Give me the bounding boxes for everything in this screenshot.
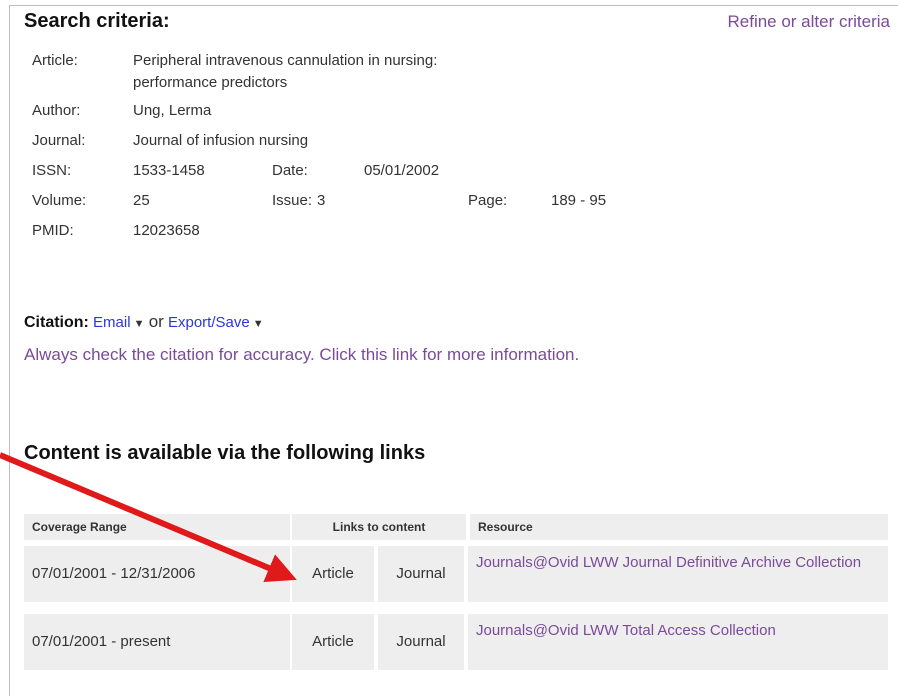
email-link[interactable]: Email	[93, 314, 131, 331]
author-label: Author:	[32, 102, 81, 119]
volume-label: Volume:	[32, 192, 87, 209]
article-title-line-1: Peripheral intravenous cannulation in nu…	[133, 52, 438, 69]
pmid-value: 12023658	[133, 222, 200, 239]
journal-link[interactable]: Journal	[378, 546, 464, 602]
article-link[interactable]: Article	[292, 614, 374, 670]
export-save-link[interactable]: Export/Save	[168, 314, 250, 331]
table-row: 07/01/2001 - present Article Journal Jou…	[24, 614, 888, 670]
article-title-line-2: performance predictors	[133, 74, 288, 91]
journal-link[interactable]: Journal	[378, 614, 464, 670]
pmid-label: PMID:	[32, 222, 74, 239]
issue-value: 3	[317, 192, 326, 209]
issn-value: 1533-1458	[133, 162, 205, 179]
journal-value: Journal of infusion nursing	[133, 132, 309, 149]
resource-link[interactable]: Journals@Ovid LWW Journal Definitive Arc…	[476, 552, 871, 573]
coverage-header: Coverage Range	[24, 514, 290, 540]
issn-label: ISSN:	[32, 162, 72, 179]
citation-row: Citation: Email ▼ or Export/Save ▼	[24, 312, 264, 332]
date-value: 05/01/2002	[364, 162, 440, 179]
volume-value: 25	[133, 192, 150, 209]
citation-accuracy-link[interactable]: Always check the citation for accuracy. …	[24, 343, 644, 367]
or-text: or	[148, 312, 164, 331]
page-label: Page:	[468, 192, 508, 209]
content-section-title: Content is available via the following l…	[24, 442, 426, 464]
page-value: 189 - 95	[551, 192, 607, 209]
issue-label: Issue:	[272, 192, 313, 209]
coverage-cell: 07/01/2001 - present	[24, 614, 290, 670]
resource-cell: Journals@Ovid LWW Total Access Collectio…	[468, 614, 888, 670]
author-value: Ung, Lerma	[133, 102, 212, 119]
table-row: 07/01/2001 - 12/31/2006 Article Journal …	[24, 546, 888, 602]
coverage-cell: 07/01/2001 - 12/31/2006	[24, 546, 290, 602]
page-title: Search criteria:	[24, 10, 170, 32]
resource-header: Resource	[470, 514, 888, 540]
export-caret-icon[interactable]: ▼	[250, 318, 264, 330]
email-caret-icon[interactable]: ▼	[131, 318, 145, 330]
date-label: Date:	[272, 162, 308, 179]
citation-label: Citation:	[24, 314, 89, 331]
article-link[interactable]: Article	[292, 546, 374, 602]
resource-cell: Journals@Ovid LWW Journal Definitive Arc…	[468, 546, 888, 602]
links-header: Links to content	[292, 514, 466, 540]
article-label: Article:	[32, 52, 78, 69]
resource-link[interactable]: Journals@Ovid LWW Total Access Collectio…	[476, 620, 871, 641]
refine-criteria-link[interactable]: Refine or alter criteria	[727, 12, 890, 32]
journal-label: Journal:	[32, 132, 86, 149]
